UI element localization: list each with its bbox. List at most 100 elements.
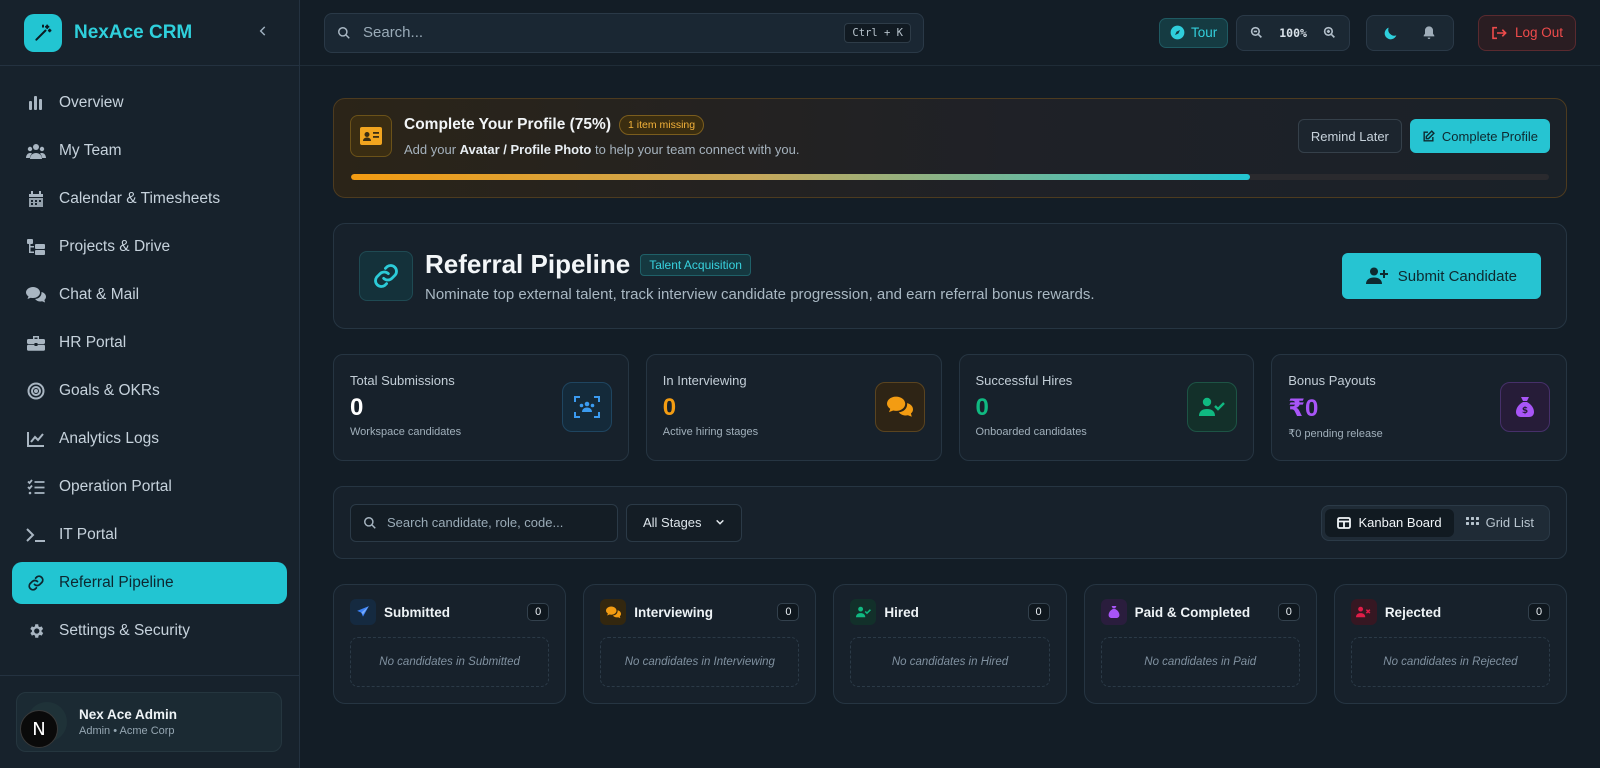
column-empty-state: No candidates in Interviewing [600,637,800,687]
link-icon [25,572,47,594]
complete-profile-label: Complete Profile [1441,128,1538,144]
zoom-out-icon[interactable] [1243,20,1269,46]
money-bag-icon: $ [1500,382,1550,432]
content: Complete Your Profile (75%) 1 item missi… [300,66,1600,704]
brand-name: NexAce CRM [74,21,193,43]
candidate-search-input[interactable]: Search candidate, role, code... [350,503,618,542]
chat-icon [600,599,627,625]
line-chart-icon [25,428,47,450]
profile-sub-bold: Avatar / Profile Photo [459,142,592,157]
column-empty-state: No candidates in Paid [1100,637,1300,687]
sidebar-item-referral-pipeline[interactable]: Referral Pipeline [12,562,287,604]
kanban-board: Submitted 0 No candidates in Submitted I… [333,584,1568,704]
sidebar-item-label: My Team [59,142,122,159]
column-title: Submitted [384,604,450,620]
logout-label: Log Out [1514,25,1563,40]
sidebar-item-hr-portal[interactable]: HR Portal [12,322,287,364]
kanban-column-submitted: Submitted 0 No candidates in Submitted [333,584,567,704]
user-x-icon [1350,599,1377,625]
kanban-column-hired: Hired 0 No candidates in Hired [833,584,1067,704]
logout-button[interactable]: Log Out [1477,14,1576,51]
remind-later-button[interactable]: Remind Later [1297,119,1402,153]
sidebar-item-label: Calendar & Timesheets [59,190,221,207]
user-check-icon [850,599,877,625]
sidebar-item-label: Analytics Logs [59,430,159,447]
sidebar-item-operation[interactable]: Operation Portal [12,466,287,508]
paper-plane-icon [350,599,376,625]
column-count: 0 [1277,603,1300,621]
main: Search... Ctrl + K Tour 100% Log Out Com… [300,0,1600,768]
sidebar-divider [0,675,299,676]
app-root: NexAce CRM Overview My Team Calendar & T… [0,0,1600,768]
sidebar-item-label: Overview [59,94,124,111]
complete-profile-button[interactable]: Complete Profile [1409,119,1550,153]
zoom-controls: 100% [1236,14,1350,51]
kanban-view-label: Kanban Board [1358,515,1442,530]
zoom-in-icon[interactable] [1317,20,1343,46]
tour-label: Tour [1190,25,1218,40]
page-header-text: Referral Pipeline Talent Acquisition Nom… [425,249,1095,303]
moon-icon[interactable] [1373,19,1409,47]
page-subtitle: Nominate top external talent, track inte… [425,286,1095,303]
column-header: Submitted 0 [350,599,550,625]
edit-icon [1423,129,1435,142]
sidebar: NexAce CRM Overview My Team Calendar & T… [0,0,300,768]
page-title: Referral Pipeline [425,249,631,279]
chat-icon [874,382,925,432]
column-header: Rejected 0 [1350,599,1551,625]
framework-badge[interactable]: N [20,710,58,748]
sidebar-item-label: Projects & Drive [59,238,171,255]
column-count: 0 [527,603,550,621]
sidebar-item-label: Operation Portal [59,478,172,495]
profile-title: Complete Your Profile (75%) [404,116,611,133]
profile-banner-subtitle: Add your Avatar / Profile Photo to help … [404,142,800,157]
kanban-column-paid: Paid & Completed 0 No candidates in Paid [1083,584,1317,704]
profile-progress-bar [351,174,1549,180]
submit-candidate-button[interactable]: Submit Candidate [1341,253,1541,299]
sidebar-item-analytics[interactable]: Analytics Logs [12,418,287,460]
column-title: Paid & Completed [1134,604,1251,620]
sidebar-item-goals[interactable]: Goals & OKRs [12,370,287,412]
profile-banner-text: Complete Your Profile (75%) 1 item missi… [404,115,800,157]
profile-sub-prefix: Add your [404,142,460,157]
chevron-down-icon [715,515,725,530]
list-check-icon [25,476,47,498]
grid-view-button[interactable]: Grid List [1454,509,1546,537]
stage-select[interactable]: All Stages [626,503,742,542]
tour-button[interactable]: Tour [1158,17,1229,48]
sidebar-item-overview[interactable]: Overview [12,82,287,124]
column-title: Rejected [1384,604,1442,620]
page-header: Referral Pipeline Talent Acquisition Nom… [333,223,1567,329]
profile-banner-row: Complete Your Profile (75%) 1 item missi… [350,115,1550,157]
search-input[interactable]: Search... Ctrl + K [324,12,924,53]
topbar-actions: Tour 100% Log Out [1158,14,1576,51]
stat-card-bonus: Bonus Payouts ₹0 ₹0 pending release $ [1271,354,1567,461]
page-title-row: Referral Pipeline Talent Acquisition [425,249,1095,280]
user-check-icon [1187,382,1238,432]
magic-wand-icon[interactable] [24,13,62,52]
sidebar-item-label: Chat & Mail [59,286,140,303]
chevron-left-icon[interactable] [251,22,275,43]
candidate-search-placeholder: Search candidate, role, code... [387,515,564,530]
bell-icon[interactable] [1411,19,1447,47]
sidebar-item-label: Settings & Security [59,622,190,639]
sidebar-item-it-portal[interactable]: IT Portal [12,514,287,556]
sidebar-item-label: IT Portal [59,526,118,543]
logout-icon [1492,26,1507,39]
gear-icon [25,620,47,642]
sidebar-item-calendar[interactable]: Calendar & Timesheets [12,178,287,220]
profile-sub-suffix: to help your team connect with you. [591,142,800,157]
column-empty-state: No candidates in Submitted [350,637,550,687]
category-tag: Talent Acquisition [640,253,751,276]
sidebar-item-projects[interactable]: Projects & Drive [12,226,287,268]
sidebar-item-chat[interactable]: Chat & Mail [12,274,287,316]
sidebar-item-my-team[interactable]: My Team [12,130,287,172]
sidebar-item-settings[interactable]: Settings & Security [12,610,287,652]
column-title: Interviewing [634,604,713,620]
kanban-view-button[interactable]: Kanban Board [1325,508,1454,537]
user-plus-icon [1365,267,1388,284]
target-icon [25,380,47,402]
svg-text:$: $ [1522,406,1528,416]
money-bag-icon [1100,599,1127,625]
compass-icon [1170,25,1185,40]
